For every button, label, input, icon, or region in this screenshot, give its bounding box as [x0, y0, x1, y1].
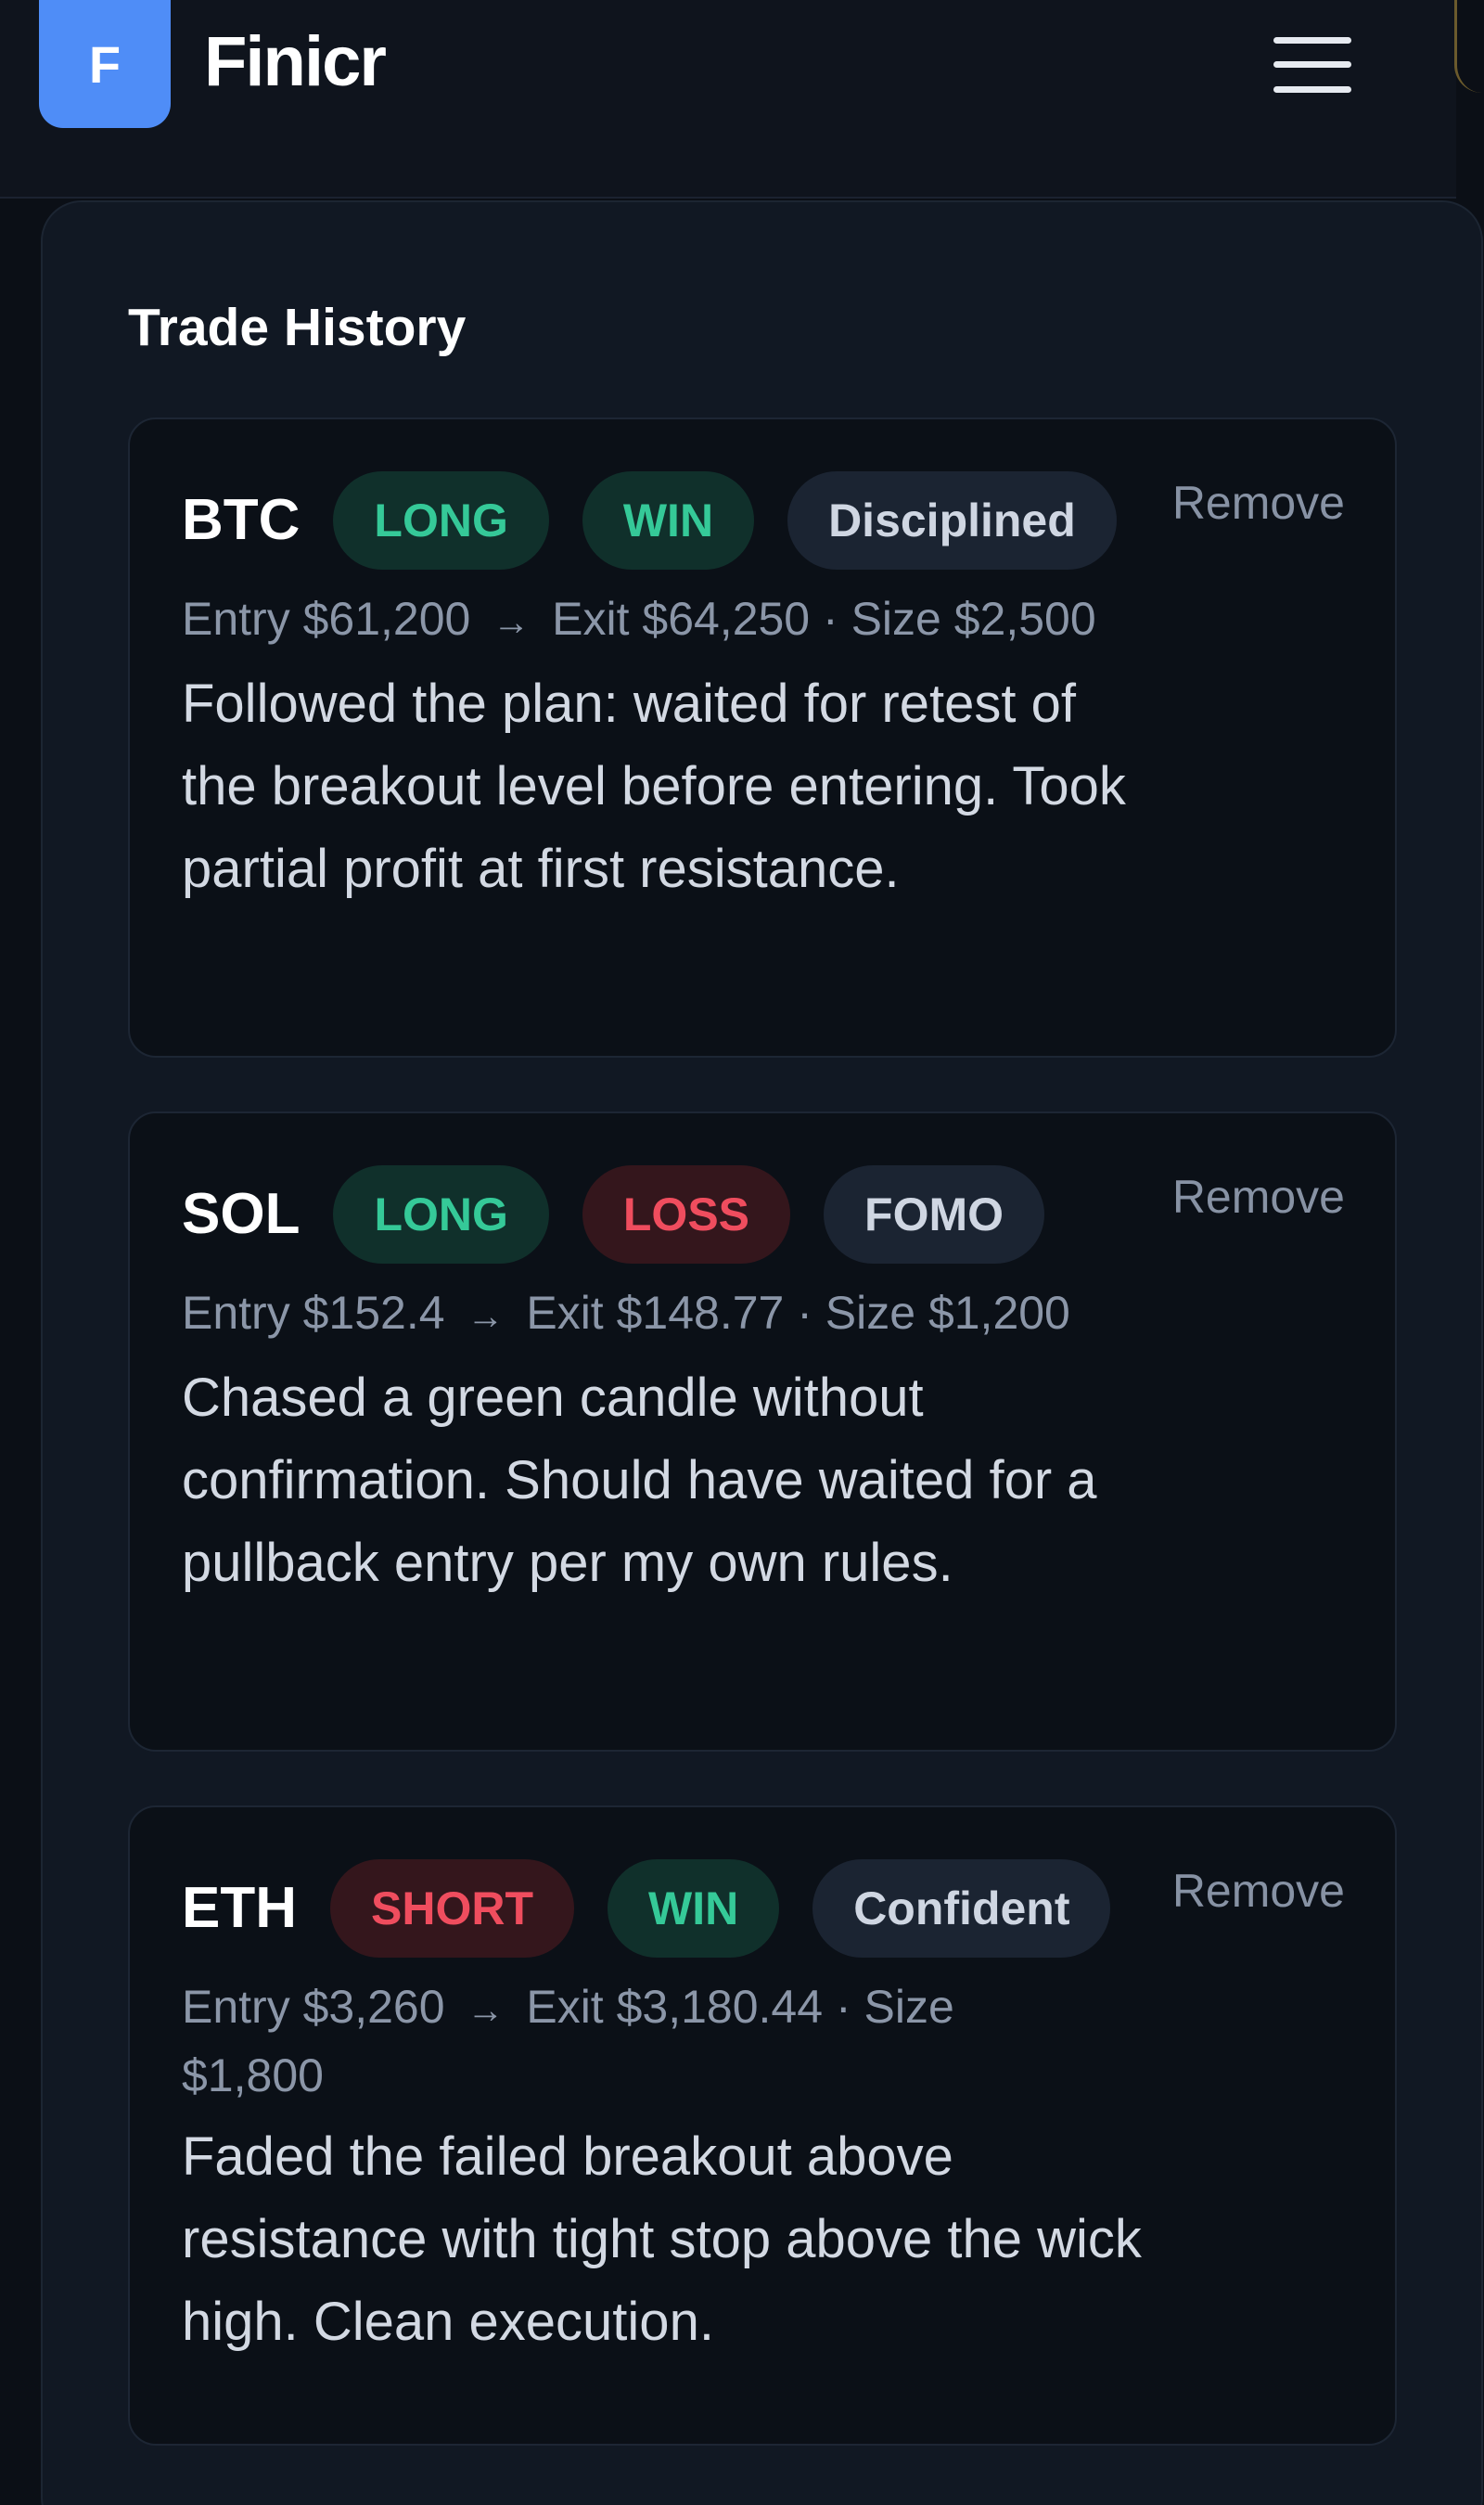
trade-card-btc: BTC LONG WIN Disciplined Remove Entry $6…	[128, 418, 1397, 1058]
outcome-badge: WIN	[582, 471, 755, 570]
brand-name[interactable]: Finicr	[204, 20, 387, 104]
corner-accent	[1454, 0, 1484, 93]
exit-price: Exit $148.77	[526, 1287, 785, 1339]
outcome-badge: WIN	[608, 1859, 780, 1958]
meta-separator: ·	[835, 1981, 864, 2033]
arrow-right-icon: →	[467, 1990, 505, 2031]
entry-price: Entry $61,200	[182, 593, 471, 645]
emotion-badge: FOMO	[824, 1165, 1045, 1264]
meta-separator: ·	[797, 1287, 825, 1339]
outcome-badge: LOSS	[582, 1165, 791, 1264]
trade-symbol: BTC	[182, 488, 301, 552]
exit-price: Exit $3,180.44	[526, 1981, 824, 2033]
trade-note: Followed the plan: waited for retest of …	[182, 674, 1126, 899]
trade-meta: Entry $152.4 → Exit $148.77 · Size $1,20…	[182, 1280, 1193, 1349]
trade-note: Chased a green candle without confirmati…	[182, 1368, 1097, 1593]
trade-card-sol: SOL LONG LOSS FOMO Remove Entry $152.4 →…	[128, 1111, 1397, 1752]
exit-price: Exit $64,250	[552, 593, 811, 645]
trade-history-panel: Trade History BTC LONG WIN Disciplined R…	[41, 200, 1483, 2505]
emotion-badge: Disciplined	[787, 471, 1117, 570]
logo-letter: F	[88, 34, 122, 94]
hamburger-menu-icon	[1273, 37, 1351, 93]
direction-badge: SHORT	[330, 1859, 574, 1958]
direction-badge: LONG	[333, 471, 549, 570]
top-header: F Finicr	[0, 0, 1456, 199]
panel-title: Trade History	[128, 298, 467, 357]
trade-symbol: SOL	[182, 1182, 301, 1246]
trade-meta: Entry $61,200 → Exit $64,250 · Size $2,5…	[182, 586, 1193, 655]
trade-meta: Entry $3,260 → Exit $3,180.44 · Size $1,…	[182, 1974, 1017, 2108]
remove-trade-button[interactable]: Remove	[1172, 1167, 1345, 1227]
trade-symbol: ETH	[182, 1876, 297, 1940]
emotion-badge: Confident	[812, 1859, 1111, 1958]
remove-trade-button[interactable]: Remove	[1172, 1861, 1345, 1920]
app-root: F Finicr Trade History BTC LONG WIN Disc…	[0, 0, 1484, 2505]
logo-badge[interactable]: F	[39, 0, 171, 128]
entry-price: Entry $3,260	[182, 1981, 445, 2033]
trade-card-header: SOL LONG LOSS FOMO	[182, 1163, 1078, 1265]
entry-price: Entry $152.4	[182, 1287, 445, 1339]
position-size: Size $1,200	[825, 1287, 1070, 1339]
trade-card-header: ETH SHORT WIN Confident	[182, 1857, 1144, 1959]
position-size: Size $2,500	[851, 593, 1096, 645]
direction-badge: LONG	[333, 1165, 549, 1264]
meta-separator: ·	[823, 593, 851, 645]
trade-card-header: BTC LONG WIN Disciplined	[182, 469, 1150, 572]
arrow-right-icon: →	[493, 602, 531, 643]
menu-button[interactable]	[1261, 28, 1363, 102]
trade-card-eth: ETH SHORT WIN Confident Remove Entry $3,…	[128, 1805, 1397, 2446]
arrow-right-icon: →	[467, 1296, 505, 1337]
trade-note: Faded the failed breakout above resistan…	[182, 2126, 1142, 2352]
remove-trade-button[interactable]: Remove	[1172, 473, 1345, 533]
